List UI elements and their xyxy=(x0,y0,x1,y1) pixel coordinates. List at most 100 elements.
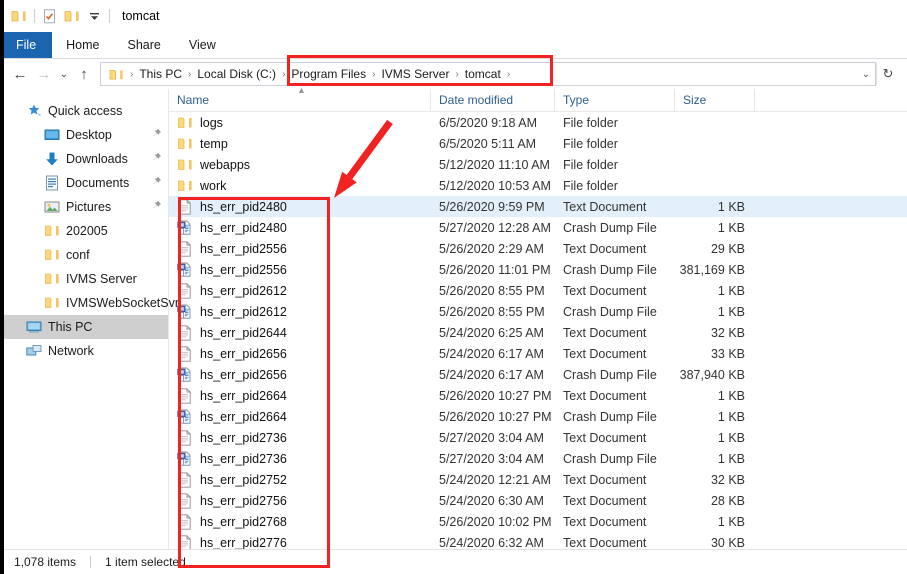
recent-locations-chevron-icon[interactable]: ⌄ xyxy=(56,62,72,86)
table-row[interactable]: hs_err_pid2736 5/27/2020 3:04 AM Text Docu… xyxy=(169,427,907,448)
table-row[interactable]: hs_err_pid2556 5/26/2020 2:29 AM Text Docu… xyxy=(169,238,907,259)
sidebar-item-documents[interactable]: Documents xyxy=(0,171,168,195)
file-date-cell: 5/12/2020 11:10 AM xyxy=(439,157,550,172)
tab-home[interactable]: Home xyxy=(52,32,113,58)
column-header-date-modified[interactable]: Date modified xyxy=(431,89,555,111)
sidebar-item-202005[interactable]: 202005 xyxy=(0,219,168,243)
table-row[interactable]: webapps 5/12/2020 11:10 AM File folder xyxy=(169,154,907,175)
file-size-cell: 32 KB xyxy=(710,472,745,487)
file-date-cell: 5/26/2020 9:59 PM xyxy=(439,199,545,214)
sidebar-item-label: Desktop xyxy=(66,128,112,142)
table-row[interactable]: hs_err_pid2752 5/24/2020 12:21 AM Text Doc… xyxy=(169,469,907,490)
text-document-icon xyxy=(177,345,193,362)
table-row[interactable]: hs_err_pid2664 5/26/2020 10:27 PM Text Doc… xyxy=(169,385,907,406)
new-folder-icon[interactable] xyxy=(61,5,83,27)
file-size-cell: 28 KB xyxy=(710,493,745,508)
file-date-cell: 5/24/2020 6:25 AM xyxy=(439,325,544,340)
file-type-cell: File folder xyxy=(563,115,618,130)
table-row[interactable]: temp 6/5/2020 5:11 AM File folder xyxy=(169,133,907,154)
file-name-label: hs_err_pid2768 xyxy=(200,514,287,529)
sidebar-item-label: Downloads xyxy=(66,152,128,166)
file-name-label: hs_err_pid2644 xyxy=(200,325,287,340)
table-row[interactable]: hs_err_pid2656 5/24/2020 6:17 AM Text Docu… xyxy=(169,343,907,364)
breadcrumb-item-ivms-server[interactable]: IVMS Server xyxy=(378,67,452,81)
breadcrumb-separator-2: › xyxy=(282,68,286,80)
breadcrumb[interactable]: › This PC › Local Disk (C:) › Program Fi… xyxy=(100,62,876,86)
breadcrumb-separator-3: › xyxy=(372,68,376,80)
forward-button[interactable]: → xyxy=(32,62,56,86)
qat-separator-1 xyxy=(34,9,35,23)
file-date-cell: 6/5/2020 5:11 AM xyxy=(439,136,537,151)
pin-icon[interactable] xyxy=(151,200,162,214)
file-date-cell: 5/24/2020 12:21 AM xyxy=(439,472,551,487)
sidebar-item-downloads[interactable]: Downloads xyxy=(0,147,168,171)
breadcrumb-item-local-disk[interactable]: Local Disk (C:) xyxy=(194,67,279,81)
file-name-cell: hs_err_pid2556 xyxy=(169,259,431,280)
back-button[interactable]: ← xyxy=(8,62,32,86)
folder-icon xyxy=(44,247,60,263)
sidebar-item-label: Network xyxy=(48,344,94,358)
table-row[interactable]: hs_err_pid2480 5/26/2020 9:59 PM Text Docu… xyxy=(169,196,907,217)
file-name-label: temp xyxy=(200,136,228,151)
sidebar-item-quick-access[interactable]: Quick access xyxy=(0,99,168,123)
pin-icon[interactable] xyxy=(151,128,162,142)
folder-icon xyxy=(44,271,60,287)
tab-view[interactable]: View xyxy=(175,32,230,58)
sidebar-item-ivmswebsocketsvr[interactable]: IVMSWebSocketSvr xyxy=(0,291,179,315)
file-name-cell: hs_err_pid2612 xyxy=(169,280,431,301)
table-row[interactable]: hs_err_pid2612 5/26/2020 8:55 PM Text Docu… xyxy=(169,280,907,301)
crash-dump-icon xyxy=(177,220,193,236)
file-name-cell: temp xyxy=(169,133,431,154)
file-name-label: hs_err_pid2756 xyxy=(200,493,287,508)
table-row[interactable]: logs 6/5/2020 9:18 AM File folder xyxy=(169,112,907,133)
folder-properties-icon[interactable] xyxy=(39,5,61,27)
table-row[interactable]: hs_err_pid2556 5/26/2020 11:01 PM Crash Du… xyxy=(169,259,907,280)
tab-file[interactable]: File xyxy=(0,32,53,58)
customize-qat-chevron-icon[interactable] xyxy=(83,5,105,27)
breadcrumb-item-tomcat[interactable]: tomcat xyxy=(462,67,504,81)
up-button[interactable]: ↑ xyxy=(72,62,96,86)
file-name-cell: hs_err_pid2656 xyxy=(169,343,431,364)
sidebar-item-this-pc[interactable]: This PC xyxy=(0,315,168,339)
sidebar-item-label: This PC xyxy=(48,320,93,334)
table-row[interactable]: hs_err_pid2776 5/24/2020 6:32 AM Text Docu… xyxy=(169,532,907,549)
table-row[interactable]: work 5/12/2020 10:53 AM File folder xyxy=(169,175,907,196)
file-name-cell: webapps xyxy=(169,154,431,175)
file-name-cell: hs_err_pid2776 xyxy=(169,532,431,549)
file-date-cell: 5/24/2020 6:17 AM xyxy=(439,367,544,382)
table-row[interactable]: hs_err_pid2612 5/26/2020 8:55 PM Crash Dum… xyxy=(169,301,907,322)
column-header-size[interactable]: Size xyxy=(675,89,755,111)
address-dropdown-chevron-icon[interactable]: ⌄ xyxy=(857,69,875,80)
table-row[interactable]: hs_err_pid2644 5/24/2020 6:25 AM Text Docu… xyxy=(169,322,907,343)
scroll-up-chevron-icon[interactable]: ▲ xyxy=(297,85,306,95)
star-pin-icon xyxy=(26,103,42,119)
sidebar-item-label: 202005 xyxy=(66,224,108,238)
sidebar-item-ivms-server[interactable]: IVMS Server xyxy=(0,267,168,291)
table-row[interactable]: hs_err_pid2664 5/26/2020 10:27 PM Crash Du… xyxy=(169,406,907,427)
pin-icon[interactable] xyxy=(151,152,162,166)
file-type-cell: File folder xyxy=(563,136,618,151)
crash-dump-icon xyxy=(177,262,193,278)
table-row[interactable]: hs_err_pid2480 5/27/2020 12:28 AM Crash Du… xyxy=(169,217,907,238)
file-name-label: hs_err_pid2736 xyxy=(200,451,287,466)
explorer-body: Quick access Desktop Downloads Documents Pic… xyxy=(0,85,907,549)
table-row[interactable]: hs_err_pid2736 5/27/2020 3:04 AM Crash Dum… xyxy=(169,448,907,469)
sidebar-item-network[interactable]: Network xyxy=(0,339,168,363)
breadcrumb-item-program-files[interactable]: Program Files xyxy=(288,67,369,81)
sidebar-item-pictures[interactable]: Pictures xyxy=(0,195,168,219)
file-size-cell: 1 KB xyxy=(717,220,745,235)
column-header-type[interactable]: Type xyxy=(555,89,675,111)
table-row[interactable]: hs_err_pid2656 5/24/2020 6:17 AM Crash Dum… xyxy=(169,364,907,385)
breadcrumb-separator-4: › xyxy=(455,68,459,80)
file-date-cell: 5/26/2020 10:27 PM xyxy=(439,409,552,424)
pin-icon[interactable] xyxy=(151,176,162,190)
explorer-app-icon xyxy=(8,5,30,27)
table-row[interactable]: hs_err_pid2768 5/26/2020 10:02 PM Text Doc… xyxy=(169,511,907,532)
table-row[interactable]: hs_err_pid2756 5/24/2020 6:30 AM Text Docu… xyxy=(169,490,907,511)
breadcrumb-item-this-pc[interactable]: This PC xyxy=(136,67,185,81)
sidebar-item-desktop[interactable]: Desktop xyxy=(0,123,168,147)
refresh-icon[interactable]: ↻ xyxy=(876,63,899,85)
sidebar-item-conf[interactable]: conf xyxy=(0,243,168,267)
folder-icon xyxy=(177,178,193,194)
tab-share[interactable]: Share xyxy=(114,32,175,58)
